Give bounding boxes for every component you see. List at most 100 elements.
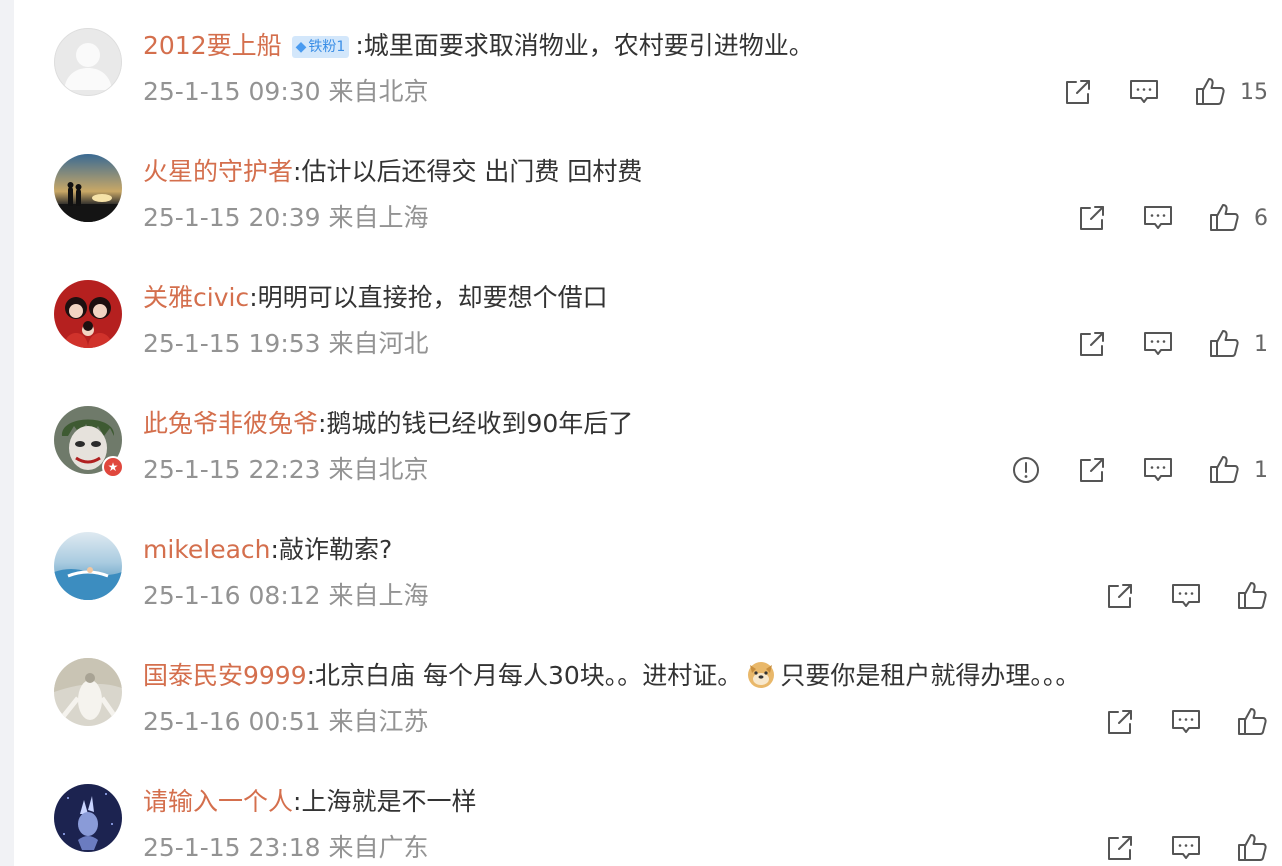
reply-button[interactable]: [1142, 454, 1174, 486]
avatar[interactable]: [54, 658, 122, 726]
comment-text: :上海就是不一样: [293, 787, 477, 816]
share-button[interactable]: [1104, 580, 1136, 612]
like-button[interactable]: [1236, 832, 1268, 864]
comment-text-line: 火星的守护者:估计以后还得交 出门费 回村费: [143, 154, 642, 190]
share-button[interactable]: [1076, 202, 1108, 234]
comment-text: :明明可以直接抢，却要想个借口: [249, 283, 608, 312]
reply-button[interactable]: [1170, 706, 1202, 738]
like-count: 6: [1254, 205, 1268, 231]
share-external-icon: [1108, 710, 1132, 734]
avatar[interactable]: [54, 532, 122, 600]
comment-bubble-icon: [1144, 332, 1172, 355]
comment-text-line: mikeleach:敲诈勒索?: [143, 532, 392, 568]
reply-button[interactable]: [1170, 580, 1202, 612]
thumbs-up-icon: [1238, 834, 1267, 861]
comment-time: 25-1-16 00:51: [143, 707, 321, 736]
comment-bubble-icon: [1144, 458, 1172, 481]
thumbs-up-icon: [1238, 582, 1267, 609]
username-link[interactable]: 关雅civic: [143, 283, 249, 312]
username-link[interactable]: 请输入一个人: [143, 787, 293, 816]
diamond-icon: ◆: [295, 39, 307, 55]
like-count: 15: [1240, 79, 1268, 105]
like-button[interactable]: 1: [1208, 454, 1268, 486]
verified-badge-icon: ★: [102, 456, 124, 478]
share-button[interactable]: [1104, 832, 1136, 864]
share-button[interactable]: [1076, 328, 1108, 360]
comment-text-continued: 只要你是租户就得办理。。。: [780, 661, 1081, 690]
thumbs-up-icon: [1238, 708, 1267, 735]
comment-meta: 25-1-15 22:23 来自北京: [143, 452, 429, 488]
share-button[interactable]: [1076, 454, 1108, 486]
comment-time: 25-1-15 19:53: [143, 329, 321, 358]
comment-actions: 1: [1042, 326, 1268, 362]
comment-time: 25-1-15 22:23: [143, 455, 321, 484]
comment-text-line: 请输入一个人:上海就是不一样: [143, 784, 476, 820]
comment-text: :鹅城的钱已经收到90年后了: [318, 409, 634, 438]
comment-bubble-icon: [1144, 206, 1172, 229]
avatar[interactable]: [54, 280, 122, 348]
comment-meta: 25-1-15 20:39 来自上海: [143, 200, 429, 236]
comment-item: ★ 此兔爷非彼兔爷:鹅城的钱已经收到90年后了 25-1-15 22:23 来自…: [14, 378, 1282, 504]
avatar[interactable]: [54, 28, 122, 96]
username-link[interactable]: 2012要上船: [143, 31, 282, 60]
comment-location: 来自北京: [328, 455, 429, 484]
reply-button[interactable]: [1128, 76, 1160, 108]
reply-button[interactable]: [1170, 832, 1202, 864]
doge-emoji-icon: [748, 662, 775, 688]
username-link[interactable]: 火星的守护者: [143, 157, 293, 186]
like-button[interactable]: 1: [1208, 328, 1268, 360]
comment-location: 来自广东: [328, 833, 429, 862]
comment-bubble-icon: [1172, 710, 1200, 733]
comment-bubble-icon: [1172, 584, 1200, 607]
report-button[interactable]: [1010, 454, 1042, 486]
comment-location: 来自上海: [328, 581, 429, 610]
comment-text-line: 关雅civic:明明可以直接抢，却要想个借口: [143, 280, 608, 316]
username-link[interactable]: mikeleach: [143, 535, 271, 564]
comment-location: 来自北京: [328, 77, 429, 106]
comment-time: 25-1-15 23:18: [143, 833, 321, 862]
comment-actions: 6: [1042, 200, 1268, 236]
like-button[interactable]: [1236, 580, 1268, 612]
comment-meta: 25-1-15 09:30 来自北京: [143, 74, 429, 110]
comment-actions: [1070, 704, 1268, 740]
thumbs-up-icon: [1210, 330, 1239, 357]
comment-bubble-icon: [1172, 836, 1200, 859]
comment-text: :估计以后还得交 出门费 回村费: [293, 157, 643, 186]
like-button[interactable]: [1236, 706, 1268, 738]
comment-item: mikeleach:敲诈勒索? 25-1-16 08:12 来自上海: [14, 504, 1282, 630]
avatar[interactable]: [54, 784, 122, 852]
comment-actions: [1070, 830, 1268, 866]
thumbs-up-icon: [1196, 78, 1225, 105]
comment-time: 25-1-15 20:39: [143, 203, 321, 232]
comment-meta: 25-1-15 23:18 来自广东: [143, 830, 429, 866]
username-link[interactable]: 此兔爷非彼兔爷: [143, 409, 318, 438]
reply-button[interactable]: [1142, 202, 1174, 234]
like-count: 1: [1254, 331, 1268, 357]
reply-button[interactable]: [1142, 328, 1174, 360]
share-external-icon: [1080, 206, 1104, 230]
comment-time: 25-1-15 09:30: [143, 77, 321, 106]
share-external-icon: [1108, 836, 1132, 860]
share-external-icon: [1080, 332, 1104, 356]
fan-badge: ◆ 铁粉1: [291, 36, 350, 58]
comment-actions: 1: [976, 452, 1268, 488]
share-external-icon: [1080, 458, 1104, 482]
comment-item: 火星的守护者:估计以后还得交 出门费 回村费 25-1-15 20:39 来自上…: [14, 126, 1282, 252]
share-external-icon: [1066, 80, 1090, 104]
like-button[interactable]: 6: [1208, 202, 1268, 234]
username-link[interactable]: 国泰民安9999: [143, 661, 307, 690]
comment-item: 国泰民安9999:北京白庙 每个月每人30块。。进村证。 只要你是租户就得办理。。…: [14, 630, 1282, 756]
comment-location: 来自上海: [328, 203, 429, 232]
comment-meta: 25-1-15 19:53 来自河北: [143, 326, 429, 362]
share-button[interactable]: [1062, 76, 1094, 108]
avatar[interactable]: [54, 154, 122, 222]
like-button[interactable]: 15: [1194, 76, 1268, 108]
thumbs-up-icon: [1210, 204, 1239, 231]
comment-location: 来自河北: [328, 329, 429, 358]
comment-text-line: 此兔爷非彼兔爷:鹅城的钱已经收到90年后了: [143, 406, 633, 442]
comment-text: :城里面要求取消物业，农村要引进物业。: [355, 31, 814, 60]
comment-location: 来自江苏: [328, 707, 429, 736]
share-button[interactable]: [1104, 706, 1136, 738]
thumbs-up-icon: [1210, 456, 1239, 483]
comment-actions: 15: [1028, 74, 1268, 110]
